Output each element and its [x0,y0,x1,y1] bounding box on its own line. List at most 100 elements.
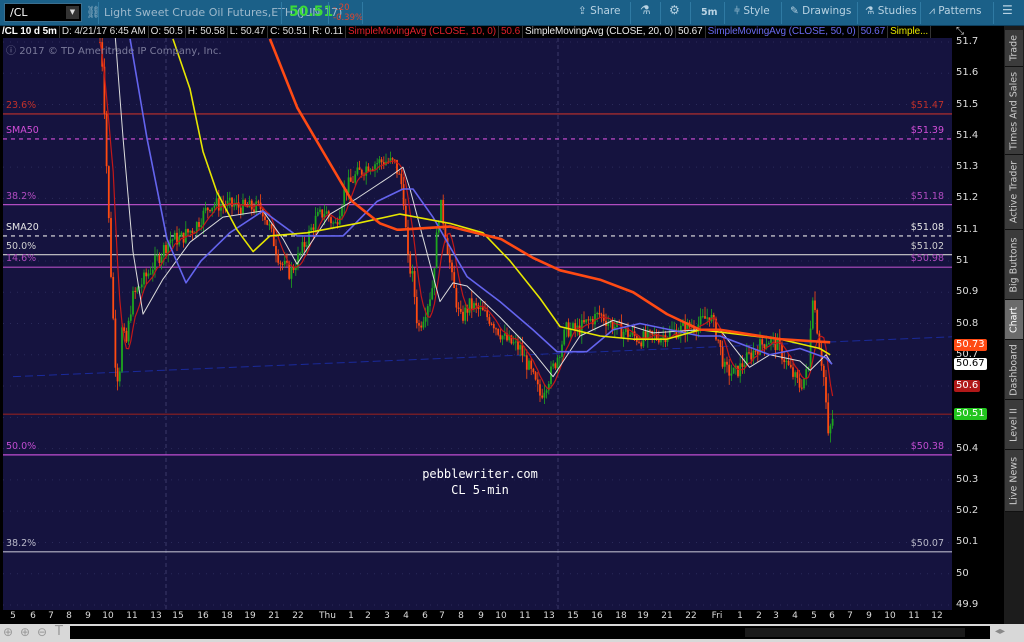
share-label: Share [590,5,621,17]
time-scrollbar[interactable] [70,626,990,639]
side-tab-big-buttons[interactable]: Big Buttons [1005,230,1023,300]
candle [541,395,544,398]
gear-icon[interactable]: ⚙ [669,3,680,17]
candle [543,392,546,398]
candle [312,227,315,230]
zoom-in-icon[interactable]: ⊕ [20,625,30,639]
drawings-button[interactable]: ✎ Drawings [790,5,851,17]
candle [402,184,405,206]
price-tick: 50 [956,567,969,579]
candle [198,222,200,227]
candle [338,216,341,225]
candle [481,307,484,311]
candle [149,273,152,275]
candle [129,314,132,321]
side-tab-level-ii[interactable]: Level II [1005,400,1023,450]
candle [563,329,566,345]
candle [792,367,794,377]
candle [187,229,189,233]
sma20-label[interactable]: SimpleMovingAvg (CLOSE, 20, 0) [523,26,677,38]
candle [598,312,601,315]
candle [583,320,585,323]
divider [781,2,782,24]
candle [105,113,108,167]
candle [453,272,456,288]
time-tick: 6 [829,611,835,621]
price-axis[interactable]: ⤡ 51.7 51.6 51.5 51.4 51.3 51.2 51.1 51 50.9 50.8… [952,26,1004,624]
side-tabs: Trade Times And Sales Active Trader Big But… [1004,26,1024,624]
chevron-down-icon[interactable]: ▼ [66,6,79,19]
studies-button[interactable]: ⚗ Studies [865,5,917,17]
candle [497,328,500,335]
candle [572,323,574,329]
candle [407,227,409,255]
candle [156,255,159,257]
candle [501,335,504,340]
time-tick: 7 [439,611,445,621]
side-tab-active-trader[interactable]: Active Trader [1005,155,1023,230]
candle [220,204,222,211]
time-tick: 4 [792,611,798,621]
expand-icon[interactable]: ◂▸ [995,626,1005,637]
time-tick: 12 [931,611,943,621]
candle [704,316,706,319]
candle [726,361,728,365]
candle [638,341,640,343]
copyright: ⓘ 2017 © TD Ameritrade IP Company, Inc. [6,42,222,57]
patterns-button[interactable]: ⩘ Patterns [929,5,982,18]
sma50-label[interactable]: SimpleMovingAvg (CLOSE, 50, 0) [706,26,859,38]
level-label: 14.6% [6,253,37,265]
sma-more-label[interactable]: Simple... [888,26,932,38]
level-price-label: $50.98 [910,253,944,265]
time-tick: 13 [543,611,555,621]
interval-button[interactable]: 5m [701,7,718,18]
sma10-label[interactable]: SimpleMovingAvg (CLOSE, 10, 0) [346,26,499,38]
candle [336,222,339,225]
candle [442,199,445,225]
candle [314,215,317,230]
candle [528,360,530,370]
candle [143,272,145,285]
level-label: SMA50 [6,124,39,136]
symbol-input[interactable]: /CL ▼ [4,3,82,22]
text-icon[interactable]: T [55,624,63,639]
flask-icon[interactable]: ⚗ [640,3,651,17]
side-tab-trade[interactable]: Trade [1005,30,1023,67]
style-button[interactable]: ⫩ Style [734,5,770,18]
candle [587,319,590,321]
candle [206,207,209,211]
crosshair-icon[interactable]: ⊕ [3,625,13,639]
price-chart[interactable]: ⓘ 2017 © TD Ameritrade IP Company, Inc. … [3,38,952,610]
candle [796,372,799,378]
candle [424,316,427,322]
menu-icon[interactable]: ☰ [1002,3,1013,17]
share-button[interactable]: ⇪ Share [578,5,620,17]
candle [154,255,156,270]
candle [301,242,304,253]
time-tick: 6 [422,611,428,621]
side-tab-dashboard[interactable]: Dashboard [1005,340,1023,400]
side-tab-live-news[interactable]: Live News [1005,450,1023,512]
candle [191,230,194,233]
candle [299,252,302,254]
time-tick: 1 [348,611,354,621]
candle [279,262,282,264]
zoom-out-icon[interactable]: ⊖ [37,625,47,639]
candle [409,254,412,274]
patterns-label: Patterns [938,5,982,17]
candle [741,363,744,367]
side-tab-chart[interactable]: Chart [1005,300,1023,340]
time-axis[interactable]: 5 6 7 8 9 10 11 13 15 16 18 19 21 22 Thu 1 2 3 4 6 7 8 9 10 11 13… [0,610,952,624]
side-tab-times-and-sales[interactable]: Times And Sales [1005,67,1023,155]
candle [767,342,770,345]
time-tick: 10 [102,611,114,621]
scrollbar-thumb[interactable] [745,628,965,637]
candle [332,222,335,224]
bar-range: R: 0.11 [310,26,346,38]
divider [281,2,282,24]
sma50-value: 50.67 [859,26,889,38]
candle [484,310,486,312]
candle [171,239,174,241]
level-label: 23.6% [6,99,37,111]
candle [275,246,277,255]
